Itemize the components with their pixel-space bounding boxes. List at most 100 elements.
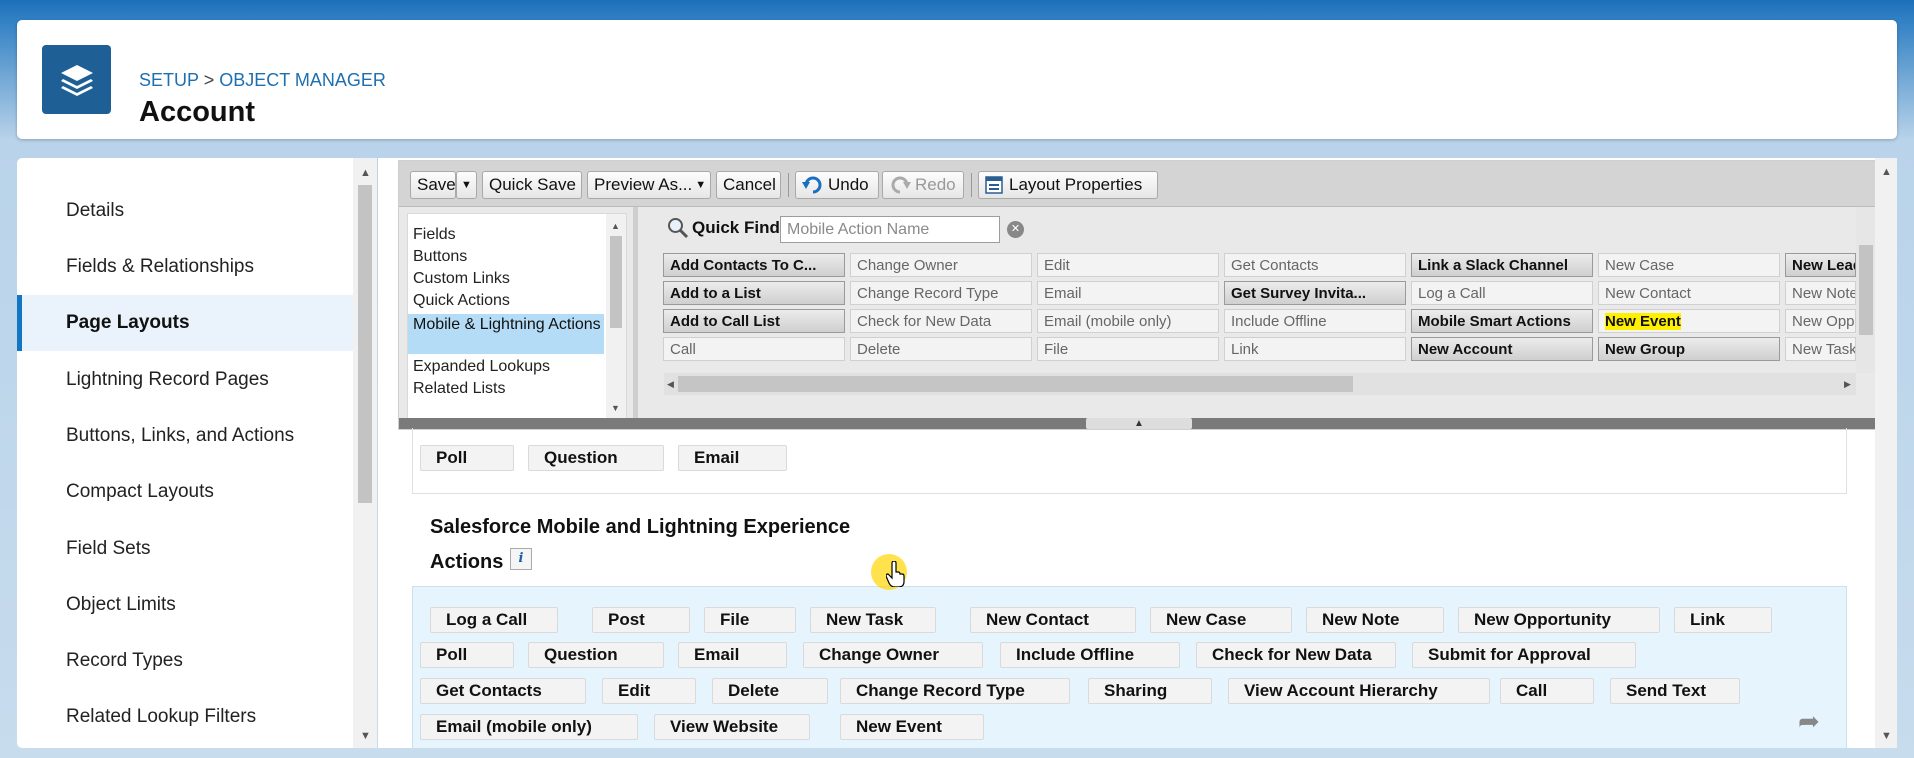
return-arrow-icon[interactable]: ➦ (1798, 706, 1820, 737)
layout-action-question[interactable]: Question (528, 642, 664, 668)
sidebar-item-details[interactable]: Details (17, 183, 353, 239)
sidebar-item-buttons-links-actions[interactable]: Buttons, Links, and Actions (17, 408, 353, 464)
layout-action-new-opportunity[interactable]: New Opportunity (1458, 607, 1660, 633)
sidebar-item-related-lookup-filters[interactable]: Related Lookup Filters (17, 689, 353, 745)
breadcrumb-setup-link[interactable]: SETUP (139, 70, 199, 90)
redo-button[interactable]: Redo (882, 171, 964, 199)
palette-item-include-offline[interactable]: Include Offline (1224, 309, 1406, 333)
layout-action-email-mobile-only[interactable]: Email (mobile only) (420, 714, 638, 740)
info-icon[interactable]: i (510, 548, 532, 570)
palette-item-new-note[interactable]: New Note (1785, 281, 1856, 305)
palette-vertical-scrollbar[interactable] (1856, 207, 1876, 373)
layout-action-edit[interactable]: Edit (602, 678, 696, 704)
palette-item-new-group[interactable]: New Group (1598, 337, 1780, 361)
layout-action-view-account-hierarchy[interactable]: View Account Hierarchy (1228, 678, 1490, 704)
sidebar-item-lightning-record-pages[interactable]: Lightning Record Pages (17, 352, 353, 408)
layout-action-change-owner[interactable]: Change Owner (803, 642, 983, 668)
layout-properties-button[interactable]: Layout Properties (978, 171, 1158, 199)
palette-horizontal-scrollbar[interactable]: ◀ ▶ (664, 373, 1856, 395)
palette-scroll-thumb[interactable] (678, 376, 1353, 392)
sidebar-item-field-sets[interactable]: Field Sets (17, 521, 353, 577)
palette-item-link-slack-channel[interactable]: Link a Slack Channel (1411, 253, 1593, 277)
layout-action-email[interactable]: Email (678, 445, 787, 471)
sidebar-item-object-limits[interactable]: Object Limits (17, 577, 353, 633)
palette-item-link[interactable]: Link (1224, 337, 1406, 361)
palette-item-email[interactable]: Email (1037, 281, 1219, 305)
layout-action-question[interactable]: Question (528, 445, 664, 471)
layout-action-new-note[interactable]: New Note (1306, 607, 1444, 633)
layout-action-submit-for-approval[interactable]: Submit for Approval (1412, 642, 1636, 668)
category-quick-actions[interactable]: Quick Actions (408, 292, 604, 310)
layout-action-new-case[interactable]: New Case (1150, 607, 1292, 633)
clear-search-icon[interactable]: ✕ (1007, 221, 1024, 238)
save-button[interactable]: Save (410, 171, 456, 199)
sidebar-scroll-thumb[interactable] (358, 185, 372, 503)
save-dropdown-icon[interactable]: ▼ (456, 171, 477, 199)
layout-action-log-a-call[interactable]: Log a Call (430, 607, 558, 633)
sidebar-item-fields-relationships[interactable]: Fields & Relationships (17, 239, 353, 295)
layout-action-file[interactable]: File (704, 607, 796, 633)
layout-action-new-contact[interactable]: New Contact (970, 607, 1136, 633)
layout-action-check-for-new-data[interactable]: Check for New Data (1196, 642, 1396, 668)
quick-find-input[interactable] (780, 216, 1000, 243)
category-scrollbar[interactable]: ▲ ▼ (606, 214, 626, 420)
category-scroll-thumb[interactable] (610, 236, 622, 328)
undo-button[interactable]: Undo (795, 171, 879, 199)
sidebar-item-record-types[interactable]: Record Types (17, 633, 353, 689)
palette-item-add-to-list[interactable]: Add to a List (663, 281, 845, 305)
preview-as-button[interactable]: Preview As... ▼ (587, 171, 711, 199)
layout-action-link[interactable]: Link (1674, 607, 1772, 633)
palette-item-log-a-call[interactable]: Log a Call (1411, 281, 1593, 305)
category-fields[interactable]: Fields (408, 226, 604, 244)
layout-action-email[interactable]: Email (678, 642, 787, 668)
scroll-down-icon[interactable]: ▼ (611, 402, 620, 414)
layout-action-include-offline[interactable]: Include Offline (1000, 642, 1180, 668)
layout-action-sharing[interactable]: Sharing (1088, 678, 1212, 704)
palette-item-delete[interactable]: Delete (850, 337, 1032, 361)
scroll-down-icon[interactable]: ▼ (1881, 730, 1892, 742)
layout-action-get-contacts[interactable]: Get Contacts (420, 678, 586, 704)
sidebar-scrollbar[interactable]: ▲ ▼ (353, 158, 377, 748)
category-custom-links[interactable]: Custom Links (408, 270, 604, 288)
category-mobile-lightning-actions[interactable]: Mobile & Lightning Actions (408, 314, 604, 354)
quick-save-button[interactable]: Quick Save (482, 171, 582, 199)
palette-item-edit[interactable]: Edit (1037, 253, 1219, 277)
scroll-up-icon[interactable]: ▲ (360, 167, 371, 179)
palette-item-change-owner[interactable]: Change Owner (850, 253, 1032, 277)
palette-item-add-to-call-list[interactable]: Add to Call List (663, 309, 845, 333)
palette-item-new-opportunity[interactable]: New Opportunity (1785, 309, 1856, 333)
palette-item-email-mobile-only[interactable]: Email (mobile only) (1037, 309, 1219, 333)
category-expanded-lookups[interactable]: Expanded Lookups (408, 358, 604, 376)
layout-action-call[interactable]: Call (1500, 678, 1594, 704)
palette-item-new-lead[interactable]: New Lead (1785, 253, 1856, 277)
palette-item-add-contacts[interactable]: Add Contacts To C... (663, 253, 845, 277)
layout-action-send-text[interactable]: Send Text (1610, 678, 1740, 704)
palette-item-mobile-smart-actions[interactable]: Mobile Smart Actions (1411, 309, 1593, 333)
palette-item-get-survey-invitation[interactable]: Get Survey Invita... (1224, 281, 1406, 305)
layout-action-poll[interactable]: Poll (420, 642, 514, 668)
category-buttons[interactable]: Buttons (408, 248, 604, 266)
palette-item-check-for-new-data[interactable]: Check for New Data (850, 309, 1032, 333)
sidebar-item-compact-layouts[interactable]: Compact Layouts (17, 464, 353, 520)
palette-item-new-case[interactable]: New Case (1598, 253, 1780, 277)
palette-item-new-event[interactable]: New Event (1598, 309, 1780, 333)
scroll-right-icon[interactable]: ▶ (1844, 378, 1851, 390)
palette-item-call[interactable]: Call (663, 337, 845, 361)
scroll-down-icon[interactable]: ▼ (360, 730, 371, 742)
sidebar-item-page-layouts[interactable]: Page Layouts (17, 295, 353, 351)
layout-action-poll[interactable]: Poll (420, 445, 514, 471)
palette-item-new-task[interactable]: New Task (1785, 337, 1856, 361)
palette-vscroll-thumb[interactable] (1859, 245, 1873, 335)
layout-action-change-record-type[interactable]: Change Record Type (840, 678, 1070, 704)
layout-action-post[interactable]: Post (592, 607, 690, 633)
layout-action-view-website[interactable]: View Website (654, 714, 810, 740)
scroll-left-icon[interactable]: ◀ (667, 378, 674, 390)
breadcrumb-object-manager-link[interactable]: OBJECT MANAGER (219, 70, 386, 90)
scroll-up-icon[interactable]: ▲ (1881, 166, 1892, 178)
layout-action-delete[interactable]: Delete (712, 678, 828, 704)
palette-item-get-contacts[interactable]: Get Contacts (1224, 253, 1406, 277)
palette-item-new-account[interactable]: New Account (1411, 337, 1593, 361)
category-related-lists[interactable]: Related Lists (408, 380, 604, 398)
main-scrollbar[interactable]: ▲ ▼ (1875, 158, 1897, 748)
palette-item-new-contact[interactable]: New Contact (1598, 281, 1780, 305)
